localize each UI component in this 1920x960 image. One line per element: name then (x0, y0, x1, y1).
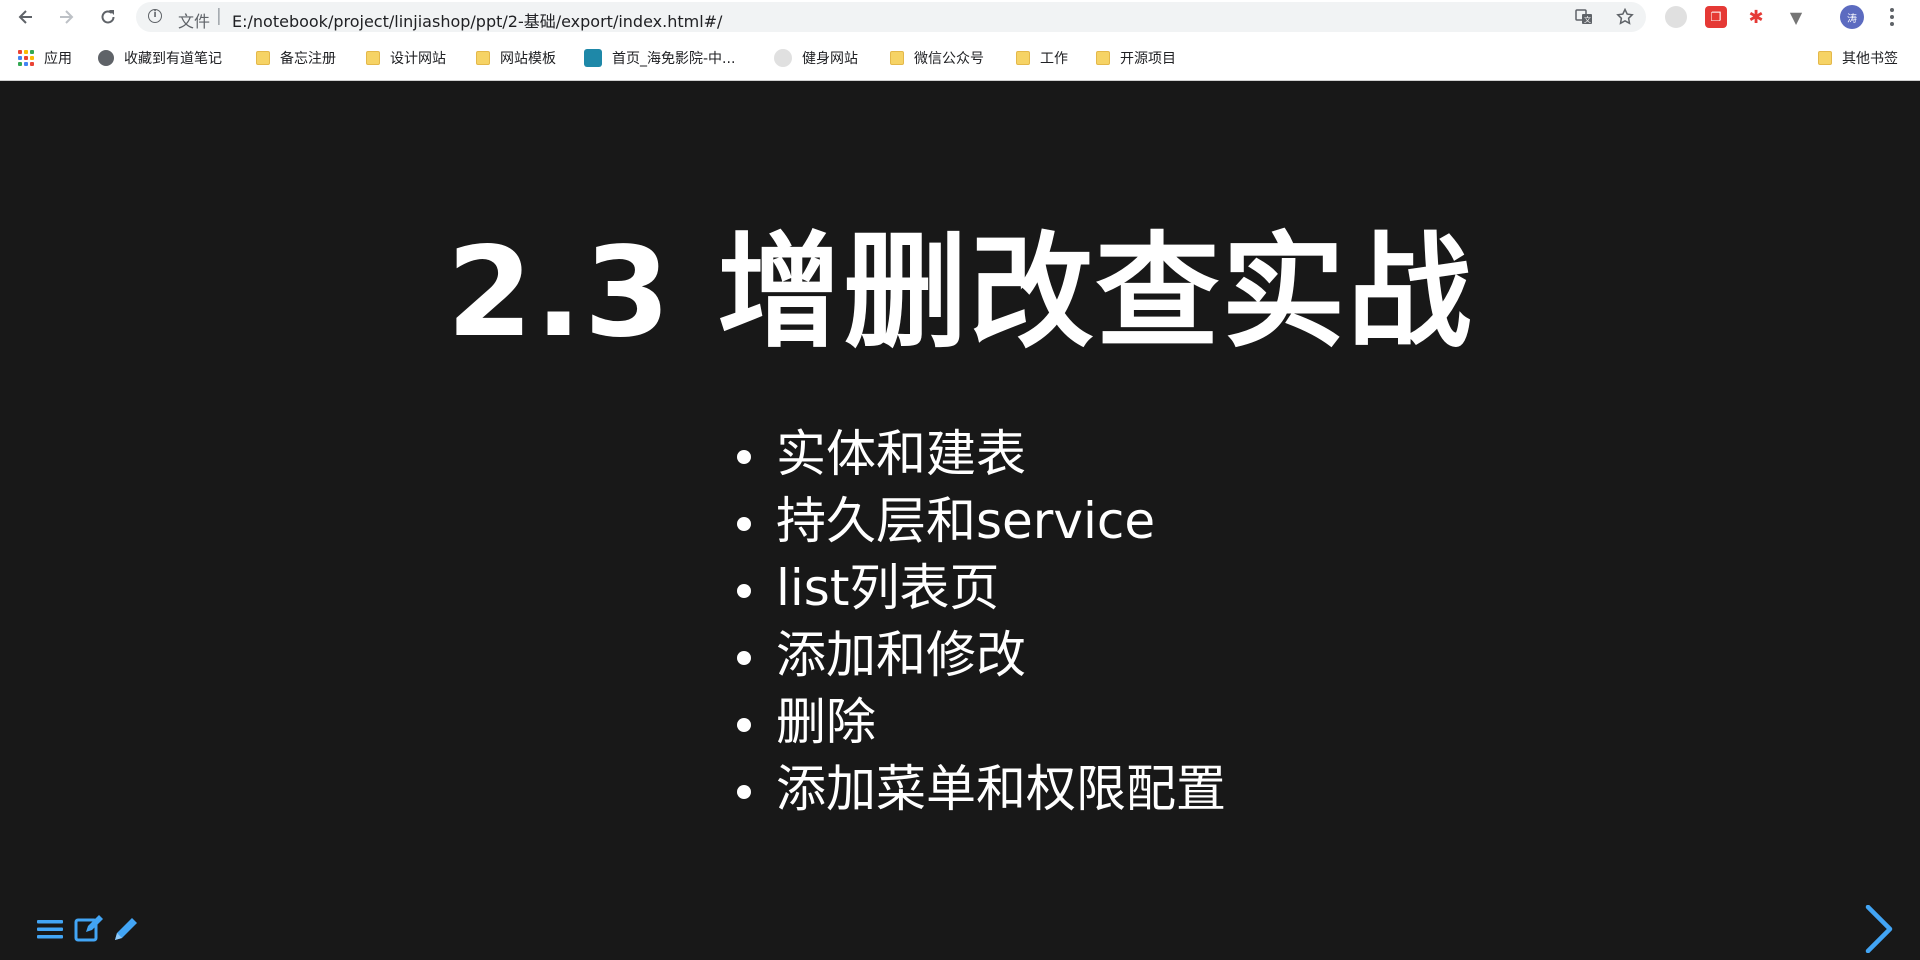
extension-vue-icon[interactable]: ▼ (1785, 6, 1807, 28)
globe-icon (98, 50, 114, 66)
bookmark-folder-opensource[interactable]: 开源项目 (1096, 48, 1176, 68)
apps-grid-icon (18, 50, 34, 66)
svg-text:文: 文 (1584, 15, 1591, 24)
bookmark-label: 开源项目 (1120, 51, 1176, 67)
bookmark-folder-work[interactable]: 工作 (1016, 48, 1068, 68)
folder-icon (1016, 51, 1030, 65)
bookmark-label: 健身网站 (802, 51, 858, 67)
reload-icon[interactable] (96, 5, 120, 29)
bullet-item: 实体和建表 (730, 421, 1226, 488)
url-separator: | (216, 6, 222, 26)
pencil-icon[interactable] (112, 915, 140, 943)
bookmark-label: 设计网站 (390, 51, 446, 67)
bookmark-label: 微信公众号 (914, 51, 984, 67)
folder-icon (476, 51, 490, 65)
folder-icon (366, 51, 380, 65)
bookmark-folder-other[interactable]: 其他书签 (1818, 48, 1898, 68)
bookmark-youdao[interactable]: 收藏到有道笔记 (98, 48, 222, 68)
bookmark-folder-design[interactable]: 设计网站 (366, 48, 446, 68)
edit-notes-icon[interactable] (74, 915, 104, 943)
extension-sphere-icon[interactable] (1665, 6, 1687, 28)
folder-icon (1096, 51, 1110, 65)
info-icon[interactable]: i (148, 9, 162, 23)
back-arrow-icon[interactable] (14, 5, 38, 29)
bookmark-movie-site[interactable]: 首页_海免影院-中... (584, 48, 735, 68)
site-icon (584, 49, 602, 67)
bullet-item: 添加和修改 (730, 622, 1226, 689)
folder-icon (1818, 51, 1832, 65)
url-text[interactable]: E:/notebook/project/linjiashop/ppt/2-基础/… (232, 8, 722, 32)
bookmark-fitness[interactable]: 健身网站 (774, 48, 858, 68)
address-bar[interactable]: i 文件 | E:/notebook/project/linjiashop/pp… (136, 2, 1646, 32)
bookmarks-bar: 应用 收藏到有道笔记 备忘注册 设计网站 网站模板 首页_海免影院-中... 健… (0, 34, 1920, 81)
bookmark-apps[interactable]: 应用 (18, 48, 72, 68)
site-icon (774, 49, 792, 67)
folder-icon (256, 51, 270, 65)
translate-icon[interactable]: 文 (1574, 7, 1594, 27)
bookmark-folder-wechat[interactable]: 微信公众号 (890, 48, 984, 68)
presentation-slide: 2.3 增删改查实战 实体和建表 持久层和service list列表页 添加和… (0, 81, 1920, 960)
bookmark-label: 网站模板 (500, 51, 556, 67)
browser-menu-icon[interactable] (1884, 5, 1900, 29)
bookmark-label: 工作 (1040, 51, 1068, 67)
slide-title: 2.3 增删改查实战 (446, 221, 1474, 365)
next-slide-arrow-icon[interactable] (1864, 904, 1894, 954)
extension-red-icon[interactable]: ❐ (1705, 6, 1727, 28)
bookmark-star-icon[interactable] (1615, 7, 1635, 27)
profile-avatar[interactable]: 涛 (1840, 5, 1864, 29)
bookmark-label: 应用 (44, 51, 72, 67)
browser-toolbar: i 文件 | E:/notebook/project/linjiashop/pp… (0, 0, 1920, 34)
bookmark-folder-memo[interactable]: 备忘注册 (256, 48, 336, 68)
folder-icon (890, 51, 904, 65)
forward-arrow-icon[interactable] (54, 5, 78, 29)
extension-star-icon[interactable]: ✱ (1745, 6, 1767, 28)
bookmark-label: 收藏到有道笔记 (124, 51, 222, 67)
url-scheme: 文件 (178, 12, 211, 31)
bookmark-label: 首页_海免影院-中... (612, 51, 736, 67)
bookmark-label: 其他书签 (1842, 51, 1898, 67)
bullet-item: 持久层和service (730, 488, 1226, 555)
bookmark-folder-templates[interactable]: 网站模板 (476, 48, 556, 68)
bullet-item: 删除 (730, 689, 1226, 756)
bullet-item: 添加菜单和权限配置 (730, 756, 1226, 823)
slide-bullet-list: 实体和建表 持久层和service list列表页 添加和修改 删除 添加菜单和… (730, 421, 1226, 823)
bullet-item: list列表页 (730, 555, 1226, 622)
bookmark-label: 备忘注册 (280, 51, 336, 67)
menu-icon[interactable] (36, 917, 64, 941)
